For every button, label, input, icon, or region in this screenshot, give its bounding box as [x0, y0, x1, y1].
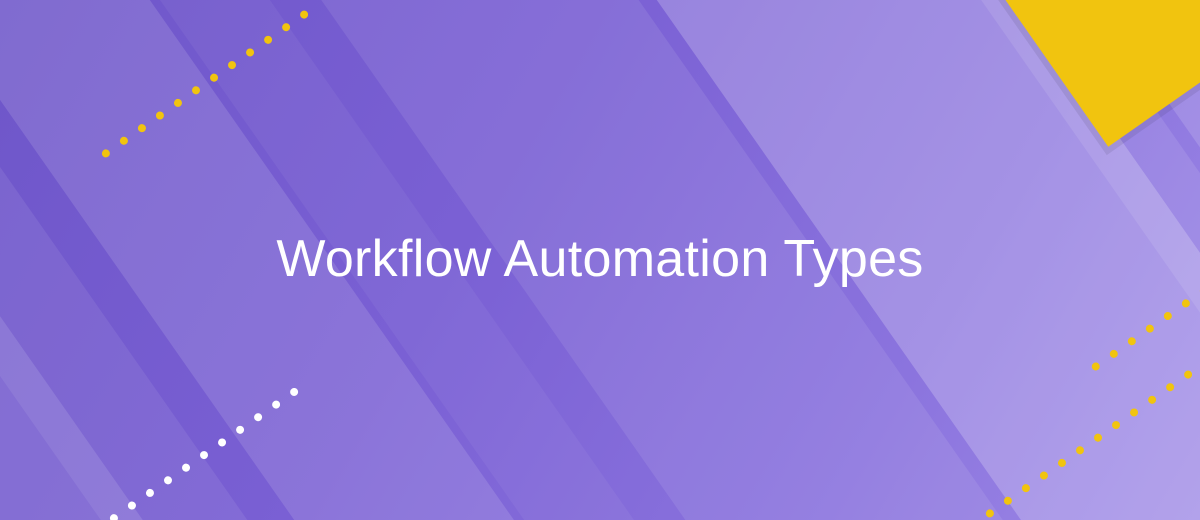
corner-wedge	[913, 0, 1200, 147]
dot-accent-icon	[1090, 96, 1200, 372]
dot-accent-icon	[100, 9, 309, 159]
diagonal-stripe	[929, 0, 1200, 520]
dot-accent-icon	[948, 344, 1200, 520]
hero-banner: Workflow Automation Types	[0, 0, 1200, 520]
dot-accent-icon	[54, 386, 299, 520]
hero-title: Workflow Automation Types	[276, 229, 923, 290]
